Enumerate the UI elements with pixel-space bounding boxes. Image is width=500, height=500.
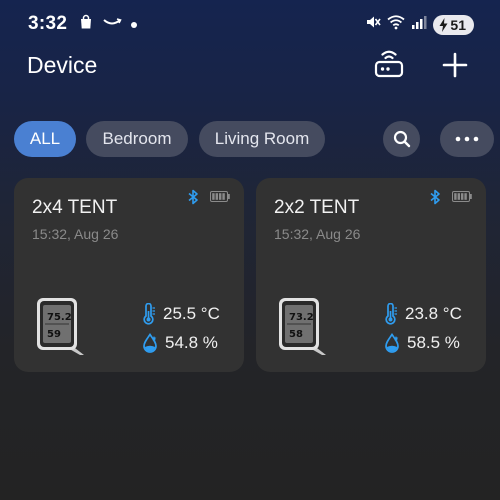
device-updated-time: 15:32, Aug 26 <box>274 226 361 242</box>
signal-icon <box>411 14 427 35</box>
battery-icon <box>452 191 472 202</box>
humidity-reading: 54.8 % <box>142 333 218 353</box>
humidity-reading: 58.5 % <box>384 333 460 353</box>
plus-icon <box>442 52 468 78</box>
wifi-icon <box>387 14 405 35</box>
filter-chip-bedroom[interactable]: Bedroom <box>86 121 188 157</box>
status-icons-right: 51 <box>365 14 474 35</box>
device-updated-time: 15:32, Aug 26 <box>32 226 119 242</box>
bluetooth-icon <box>430 189 440 205</box>
add-device-button[interactable] <box>438 48 472 82</box>
more-options-button[interactable] <box>440 121 494 157</box>
device-name: 2x4 TENT <box>32 197 118 218</box>
battery-percent: 51 <box>450 16 466 33</box>
hub-router-icon <box>374 50 404 78</box>
status-time: 3:32 <box>28 13 68 34</box>
device-name: 2x2 TENT <box>274 197 360 218</box>
temperature-value: 25.5 °C <box>163 304 220 323</box>
status-bar: 3:32 51 <box>0 0 500 46</box>
status-icons-left <box>78 14 138 35</box>
hygrometer-device-image: 73.2 58 <box>279 298 326 355</box>
bluetooth-icon <box>188 189 198 205</box>
svg-text:75.2: 75.2 <box>47 312 72 323</box>
humidity-value: 58.5 % <box>407 333 460 352</box>
mute-icon <box>365 14 382 35</box>
temperature-value: 23.8 °C <box>405 304 462 323</box>
filter-chip-living-room[interactable]: Living Room <box>199 121 325 157</box>
device-card[interactable]: 2x2 TENT 15:32, Aug 26 73.2 58 23.8 °C 5… <box>256 178 486 372</box>
humidity-value: 54.8 % <box>165 333 218 352</box>
humidity-drop-icon <box>143 333 157 353</box>
device-card[interactable]: 2x4 TENT 15:32, Aug 26 75.2 59 25.5 °C 5… <box>14 178 244 372</box>
filter-chip-label: ALL <box>29 129 61 148</box>
page-title: Device <box>27 52 98 78</box>
thermometer-icon <box>143 303 155 325</box>
filter-chip-label: Living Room <box>214 129 310 148</box>
battery-icon <box>210 191 230 202</box>
temperature-reading: 25.5 °C <box>142 303 220 325</box>
hygrometer-device-image: 75.2 59 <box>37 298 84 355</box>
svg-text:58: 58 <box>289 329 303 340</box>
filter-chip-all[interactable]: ALL <box>14 121 76 157</box>
humidity-drop-icon <box>385 333 399 353</box>
svg-text:73.2: 73.2 <box>289 312 314 323</box>
temperature-reading: 23.8 °C <box>384 303 462 325</box>
hub-button[interactable] <box>372 48 406 80</box>
thermometer-icon <box>385 303 397 325</box>
more-icon <box>455 136 479 142</box>
svg-text:59: 59 <box>47 329 61 340</box>
amazon-smile-icon <box>102 16 122 34</box>
notification-dot-icon <box>130 16 138 34</box>
search-button[interactable] <box>383 121 420 157</box>
filter-chip-label: Bedroom <box>102 129 172 148</box>
search-icon <box>393 130 410 148</box>
battery-status: 51 <box>433 14 474 35</box>
filter-row: ALL Bedroom Living Room <box>0 121 500 157</box>
charging-bolt-icon <box>439 17 448 32</box>
bag-icon <box>78 14 94 35</box>
